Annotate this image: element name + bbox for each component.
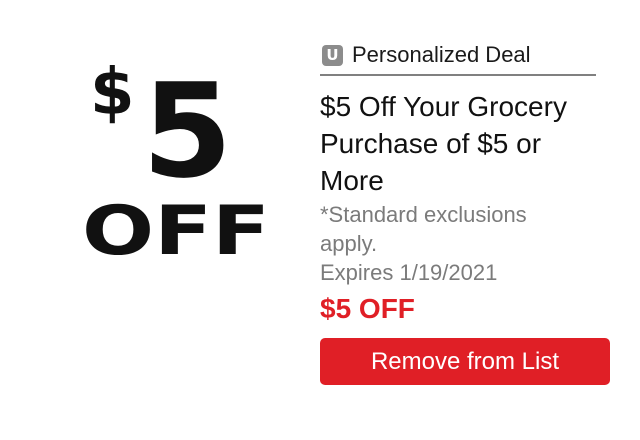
coupon-image: $ 5 OFF xyxy=(80,58,280,268)
deal-tag: U Personalized Deal xyxy=(320,40,596,76)
deal-type-label: Personalized Deal xyxy=(352,42,531,67)
remove-from-list-button[interactable]: Remove from List xyxy=(320,338,610,385)
personalized-u-icon: U xyxy=(322,44,343,66)
coupon-amount-digit: 5 xyxy=(142,58,232,207)
offer-title: $5 Off Your Grocery Purchase of $5 or Mo… xyxy=(320,91,567,196)
exclusions-note: *Standard exclusions apply. xyxy=(320,202,527,256)
coupon-off-label: OFF xyxy=(82,192,270,268)
discount-amount: $5 OFF xyxy=(320,293,415,324)
dollar-sign: $ xyxy=(90,58,135,130)
expiration-date: Expires 1/19/2021 xyxy=(320,260,498,285)
deal-details: U Personalized Deal $5 Off Your Grocery … xyxy=(320,40,610,385)
five-off-graphic: $ 5 OFF xyxy=(82,58,270,268)
